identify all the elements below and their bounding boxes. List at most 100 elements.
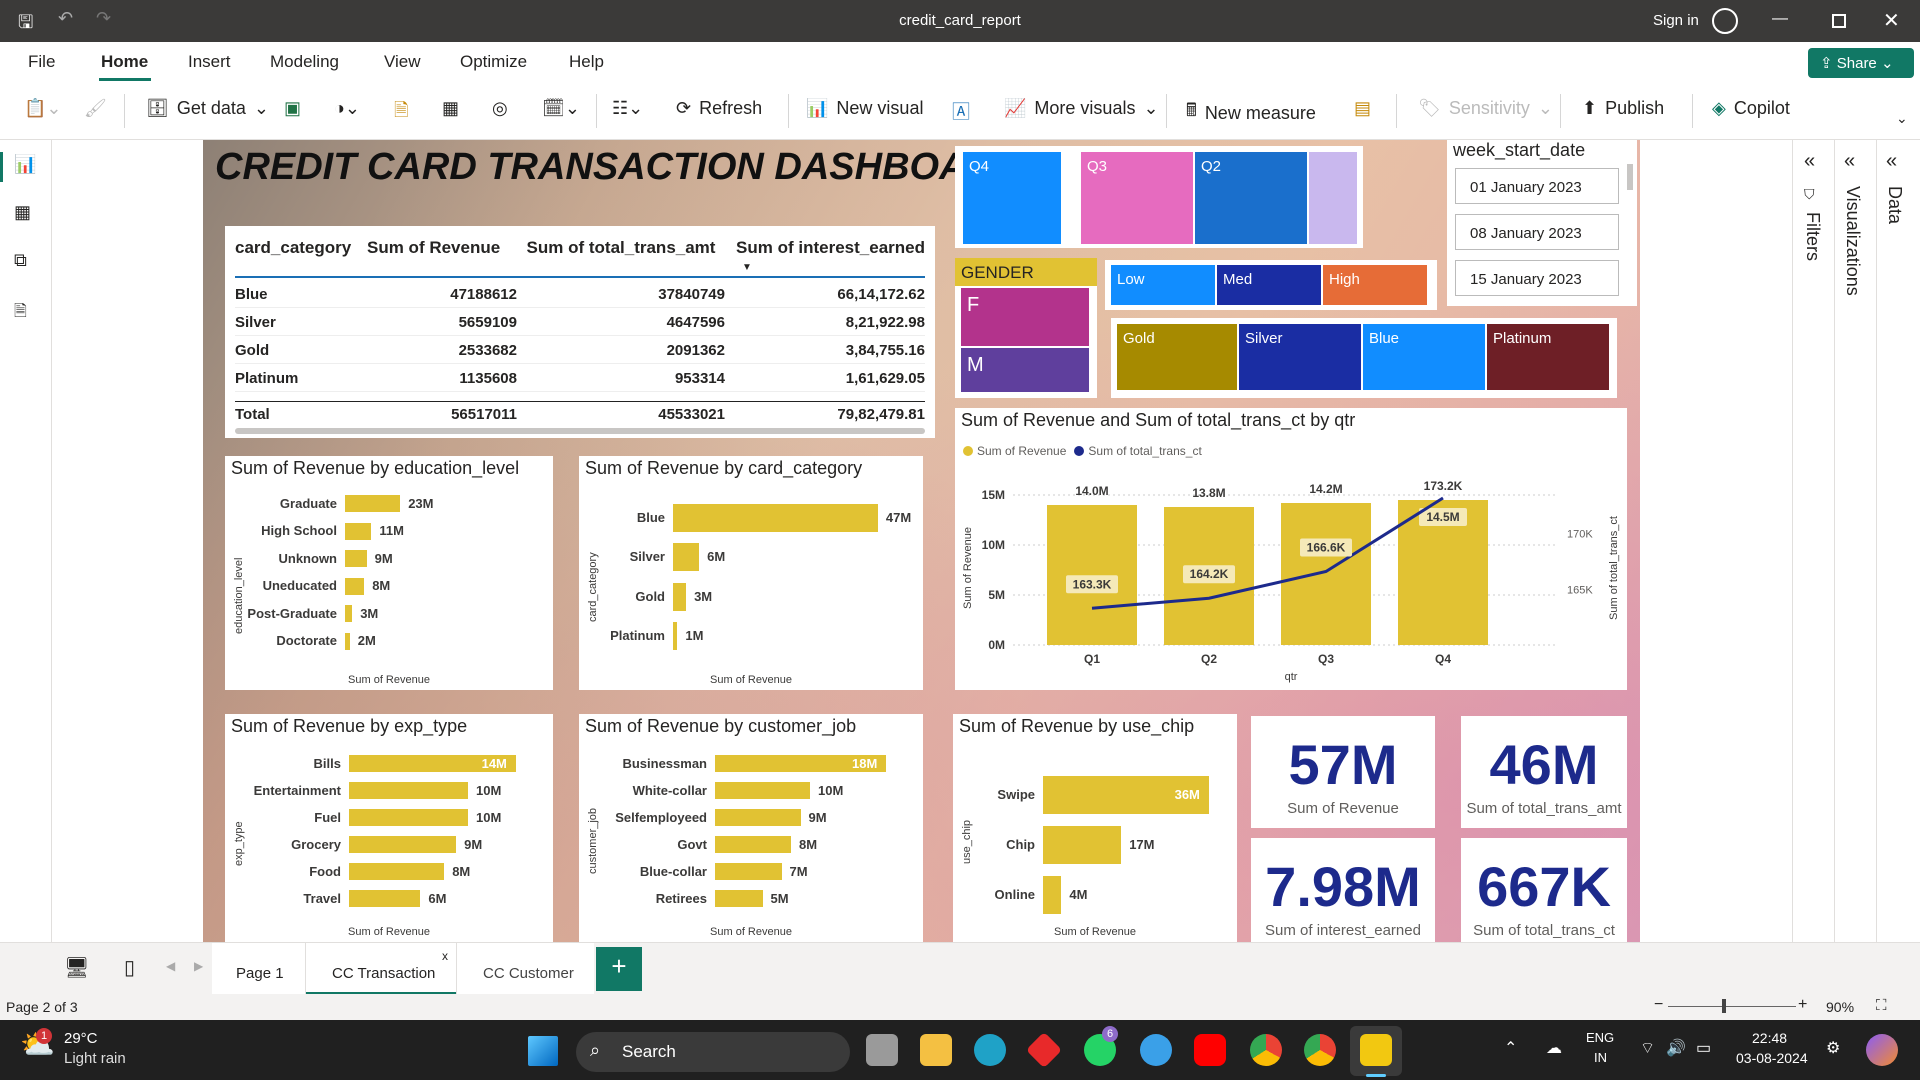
file-explorer-icon[interactable] — [920, 1034, 952, 1066]
zoom-in-icon[interactable]: + — [1798, 996, 1807, 1014]
edge-icon[interactable] — [974, 1034, 1006, 1066]
chrome-profile-icon[interactable] — [1304, 1034, 1336, 1066]
close-tab-icon[interactable]: x — [442, 949, 448, 963]
tab-page-1[interactable]: Page 1 — [212, 943, 306, 995]
collapse-filters-icon[interactable]: « — [1804, 150, 1815, 173]
revenue-by-education-chart[interactable]: Sum of Revenue by education_level educat… — [225, 456, 553, 690]
transform-icon[interactable]: ☷⌄ — [612, 98, 643, 119]
clock-time[interactable]: 22:48 — [1752, 1030, 1787, 1046]
bar[interactable] — [345, 522, 372, 540]
bar[interactable] — [715, 809, 801, 826]
task-view-icon[interactable] — [866, 1034, 898, 1066]
chrome-icon[interactable] — [1250, 1034, 1282, 1066]
visualizations-pane-tab[interactable]: Visualizations — [1842, 186, 1863, 296]
text-box-icon[interactable]: 🄰 — [952, 98, 970, 124]
publish-button[interactable]: ⬆ Publish — [1582, 98, 1664, 119]
bar[interactable] — [1043, 826, 1122, 864]
menu-modeling[interactable]: Modeling — [270, 52, 339, 72]
account-icon[interactable] — [1712, 8, 1738, 34]
matrix-header-cell[interactable]: Sum of interest_earned — [725, 238, 925, 258]
week-option[interactable]: 15 January 2023 — [1455, 260, 1619, 296]
bar[interactable] — [715, 863, 782, 880]
table-view-icon[interactable]: ▦ — [14, 202, 31, 223]
bar[interactable] — [349, 836, 457, 853]
show-hidden-icons[interactable]: ⌃ — [1504, 1038, 1517, 1058]
taskbar-search[interactable]: ⌕ Search — [576, 1032, 850, 1072]
horizontal-scrollbar[interactable] — [235, 428, 925, 434]
share-button[interactable]: ⇪ Share ⌄ — [1808, 48, 1914, 78]
slicer-tile-q3[interactable]: Q3 — [1081, 152, 1193, 244]
sign-in-button[interactable]: Sign in — [1653, 12, 1699, 29]
week-option[interactable]: 01 January 2023 — [1455, 168, 1619, 204]
prev-page-icon[interactable]: ◀ — [166, 959, 175, 973]
bar[interactable] — [715, 782, 810, 799]
matrix-row[interactable]: Platinum 1135608 953314 1,61,629.05 — [235, 364, 925, 392]
wifi-icon[interactable]: ⌔ — [1640, 1038, 1655, 1058]
help-icon[interactable] — [1140, 1034, 1172, 1066]
enter-data-icon[interactable]: ▦ — [442, 98, 459, 119]
bar[interactable] — [715, 836, 791, 853]
bar[interactable] — [673, 582, 687, 611]
maximize-icon[interactable] — [1832, 14, 1846, 28]
copilot-button[interactable]: ◈ Copilot — [1712, 98, 1790, 119]
bar[interactable] — [673, 622, 678, 651]
copilot-taskbar-icon[interactable] — [1866, 1034, 1898, 1066]
bar[interactable] — [349, 809, 468, 826]
dax-query-icon[interactable]: 🗎 — [14, 300, 27, 327]
slicer-tile-female[interactable]: F — [961, 288, 1089, 346]
collapse-ribbon-icon[interactable]: ⌄ — [1896, 110, 1908, 127]
powerbi-icon[interactable] — [1360, 1034, 1392, 1066]
language-bottom[interactable]: IN — [1594, 1050, 1607, 1065]
bar[interactable] — [345, 577, 365, 595]
menu-help[interactable]: Help — [569, 52, 604, 72]
network-status-icon[interactable]: ☁ — [1546, 1038, 1562, 1058]
matrix-header-cell[interactable]: Sum of Revenue — [367, 238, 517, 258]
recent-sources-icon[interactable]: ◎ — [492, 98, 508, 119]
transform-data-icon[interactable]: 🗓⌄ — [542, 98, 580, 119]
bar[interactable] — [673, 503, 878, 532]
slicer-tile-q1-a[interactable] — [1309, 152, 1357, 244]
filters-pane-tab[interactable]: Filters — [1802, 212, 1823, 261]
slicer-tile-gold[interactable]: Gold — [1117, 324, 1237, 390]
bar[interactable] — [345, 632, 350, 650]
slicer-tile-male[interactable]: M — [961, 348, 1089, 392]
revenue-by-customer-job-chart[interactable]: Sum of Revenue by customer_job customer_… — [579, 714, 923, 946]
language-top[interactable]: ENG — [1586, 1030, 1614, 1045]
zoom-slider-thumb[interactable] — [1722, 999, 1726, 1013]
zoom-slider[interactable] — [1668, 1006, 1796, 1007]
tab-cc-transaction[interactable]: CC Transaction — [306, 943, 456, 995]
mobile-layout-icon[interactable]: ▯ — [124, 955, 135, 980]
clock-date[interactable]: 03-08-2024 — [1736, 1050, 1808, 1066]
fit-to-page-icon[interactable]: ⛶ — [1876, 997, 1887, 1014]
revenue-by-use-chip-chart[interactable]: Sum of Revenue by use_chip use_chip Sum … — [953, 714, 1237, 946]
sensitivity-button[interactable]: 🏷 Sensitivity ⌄ — [1418, 98, 1553, 119]
bar[interactable] — [349, 782, 468, 799]
bar[interactable] — [349, 890, 421, 907]
next-page-icon[interactable]: ▶ — [194, 959, 203, 973]
new-measure-button[interactable]: 🖩 New measure — [1186, 98, 1316, 128]
slicer-tile-high[interactable]: High — [1323, 265, 1427, 305]
slicer-tile-platinum[interactable]: Platinum — [1487, 324, 1609, 390]
menu-view[interactable]: View — [384, 52, 421, 72]
bar[interactable] — [1043, 876, 1062, 914]
bar[interactable] — [345, 550, 367, 568]
matrix-header-cell[interactable]: Sum of total_trans_amt — [517, 238, 725, 258]
bar[interactable] — [673, 543, 700, 572]
menu-home[interactable]: Home — [101, 52, 148, 72]
menu-optimize[interactable]: Optimize — [460, 52, 527, 72]
windows-start-icon[interactable] — [528, 1036, 558, 1066]
close-icon[interactable]: ✕ — [1883, 8, 1900, 33]
dataverse-icon[interactable]: 🗎 — [394, 98, 408, 128]
collapse-data-icon[interactable]: « — [1886, 150, 1897, 173]
battery-icon[interactable]: ▭ — [1696, 1038, 1711, 1058]
revenue-by-exp-type-chart[interactable]: Sum of Revenue by exp_type exp_type Sum … — [225, 714, 553, 946]
youtube-icon[interactable] — [1194, 1034, 1226, 1066]
more-visuals-button[interactable]: 📈 More visuals ⌄ — [1004, 98, 1159, 119]
menu-insert[interactable]: Insert — [188, 52, 231, 72]
slicer-tile-silver[interactable]: Silver — [1239, 324, 1361, 390]
format-painter-icon[interactable]: 🖌 — [84, 98, 107, 119]
kpi-card-interest[interactable]: 7.98M Sum of interest_earned — [1251, 838, 1435, 946]
bar[interactable] — [715, 890, 763, 907]
matrix-row[interactable]: Silver 5659109 4647596 8,21,922.98 — [235, 308, 925, 336]
model-view-icon[interactable]: ⧉ — [14, 250, 27, 271]
